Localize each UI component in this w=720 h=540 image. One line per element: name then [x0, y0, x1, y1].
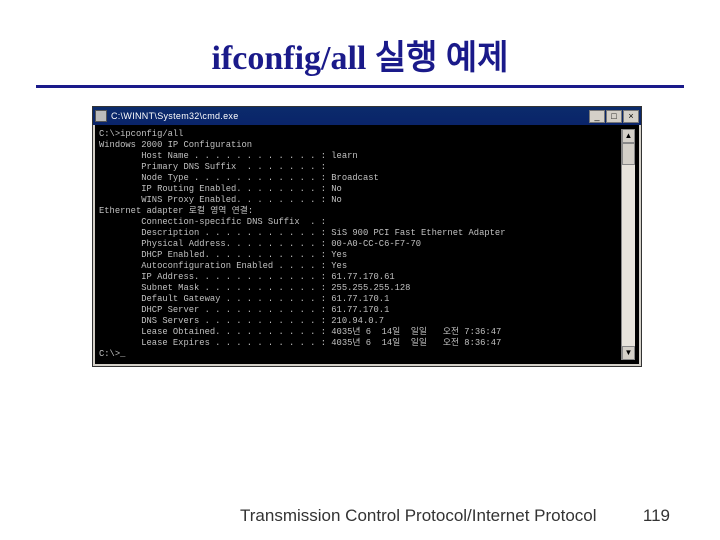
term-line: Lease Obtained. . . . . . . . . . : 4035…	[99, 327, 621, 338]
terminal-body: C:\>ipconfig/all Windows 2000 IP Configu…	[93, 125, 641, 366]
cmd-icon	[95, 110, 107, 122]
page-number: 119	[643, 507, 670, 524]
page-title: ifconfig/all 실행 예제	[36, 30, 684, 79]
close-button[interactable]: ×	[623, 110, 639, 123]
terminal-content: C:\>ipconfig/all Windows 2000 IP Configu…	[99, 129, 621, 360]
minimize-button[interactable]: _	[589, 110, 605, 123]
term-line: Primary DNS Suffix . . . . . . . :	[99, 162, 621, 173]
maximize-button[interactable]: □	[606, 110, 622, 123]
title-divider	[36, 85, 684, 88]
term-line: Node Type . . . . . . . . . . . . : Broa…	[99, 173, 621, 184]
term-line: Physical Address. . . . . . . . . : 00-A…	[99, 239, 621, 250]
term-line: DNS Servers . . . . . . . . . . . : 210.…	[99, 316, 621, 327]
titlebar[interactable]: C:\WINNT\System32\cmd.exe _ □ ×	[93, 107, 641, 125]
term-line: IP Address. . . . . . . . . . . . : 61.7…	[99, 272, 621, 283]
term-line: Lease Expires . . . . . . . . . . : 4035…	[99, 338, 621, 349]
term-line: DHCP Enabled. . . . . . . . . . . : Yes	[99, 250, 621, 261]
footer-text: Transmission Control Protocol/Internet P…	[240, 507, 597, 524]
footer: Transmission Control Protocol/Internet P…	[0, 507, 720, 524]
titlebar-buttons: _ □ ×	[589, 110, 639, 123]
scroll-track[interactable]	[622, 143, 635, 346]
term-line: C:\>_	[99, 349, 621, 360]
scrollbar[interactable]: ▲ ▼	[621, 129, 635, 360]
term-line: Default Gateway . . . . . . . . . : 61.7…	[99, 294, 621, 305]
term-line: IP Routing Enabled. . . . . . . . : No	[99, 184, 621, 195]
term-line: Ethernet adapter 로컬 영역 연결:	[99, 206, 621, 217]
term-line: DHCP Server . . . . . . . . . . . : 61.7…	[99, 305, 621, 316]
term-line: Connection-specific DNS Suffix . :	[99, 217, 621, 228]
term-line: Windows 2000 IP Configuration	[99, 140, 621, 151]
terminal-scroll-region: C:\>ipconfig/all Windows 2000 IP Configu…	[99, 129, 635, 360]
scroll-down-icon[interactable]: ▼	[622, 346, 635, 360]
term-line: Host Name . . . . . . . . . . . . : lear…	[99, 151, 621, 162]
term-line: Autoconfiguration Enabled . . . . : Yes	[99, 261, 621, 272]
scroll-up-icon[interactable]: ▲	[622, 129, 635, 143]
titlebar-left: C:\WINNT\System32\cmd.exe	[95, 110, 239, 122]
term-line: C:\>ipconfig/all	[99, 129, 621, 140]
window-title: C:\WINNT\System32\cmd.exe	[111, 112, 239, 121]
term-line: Subnet Mask . . . . . . . . . . . : 255.…	[99, 283, 621, 294]
term-line: WINS Proxy Enabled. . . . . . . . : No	[99, 195, 621, 206]
slide: ifconfig/all 실행 예제 C:\WINNT\System32\cmd…	[0, 0, 720, 540]
term-line: Description . . . . . . . . . . . : SiS …	[99, 228, 621, 239]
terminal-window: C:\WINNT\System32\cmd.exe _ □ × C:\>ipco…	[92, 106, 642, 367]
scroll-thumb[interactable]	[622, 143, 635, 165]
